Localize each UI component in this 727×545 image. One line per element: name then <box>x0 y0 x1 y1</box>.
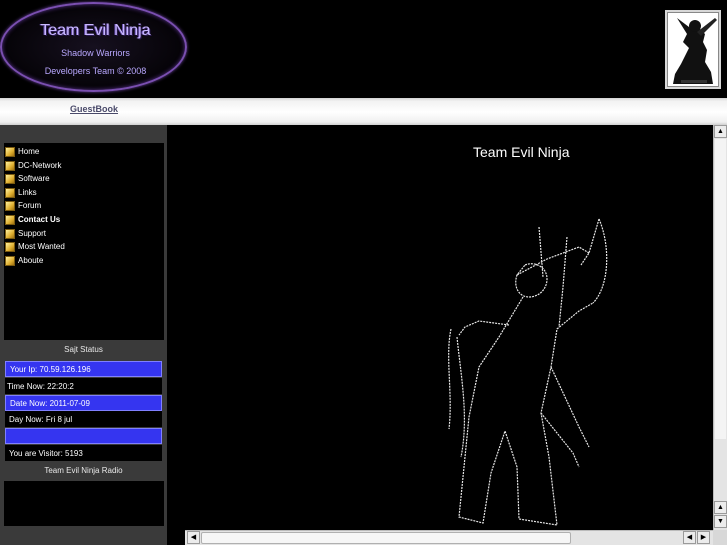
arrow-left-icon[interactable]: ◀ <box>187 531 200 544</box>
menu-item-label: Software <box>18 174 50 183</box>
bullet-icon <box>5 214 15 225</box>
bullet-icon <box>5 200 15 211</box>
logo-title: Team Evil Ninja <box>40 22 151 39</box>
status-day: Day Now: Fri 8 jul <box>5 411 162 427</box>
menu-item-label: Contact Us <box>18 215 61 224</box>
sidebar-menu: Home DC-Network Software Links Forum Con… <box>4 143 164 340</box>
sidebar: Home DC-Network Software Links Forum Con… <box>0 125 167 545</box>
menu-item-label: Links <box>18 188 37 197</box>
scroll-track[interactable] <box>715 139 726 439</box>
site-logo: Team Evil Ninja Shadow Warriors Develope… <box>0 2 187 92</box>
menu-item-home[interactable]: Home <box>4 145 39 158</box>
bullet-icon <box>5 187 15 198</box>
arrow-up-icon[interactable]: ▲ <box>714 125 727 138</box>
radio-player[interactable] <box>4 481 164 526</box>
status-title: Sajt Status <box>64 345 103 354</box>
menu-item-label: Most Wanted <box>18 242 65 251</box>
menu-item-label: Forum <box>18 201 42 210</box>
main-content: Team Evil Ninja <box>167 125 713 530</box>
page-title: Team Evil Ninja <box>473 144 570 160</box>
menu-item-aboute[interactable]: Aboute <box>4 254 43 267</box>
menu-item-most-wanted[interactable]: Most Wanted <box>4 240 65 253</box>
status-visitor: You are Visitor: 5193 <box>5 445 162 461</box>
scroll-corner <box>713 530 727 545</box>
ninja-archer-image <box>448 218 608 526</box>
status-date: Date Now: 2011-07-09 <box>5 395 162 411</box>
menu-item-label: Home <box>18 147 40 156</box>
menu-item-contact-us[interactable]: Contact Us <box>4 213 60 226</box>
vertical-scrollbar[interactable]: ▲ ▲ ▼ <box>713 125 727 530</box>
ninja-logo-image <box>665 10 721 89</box>
site-header: Team Evil Ninja Shadow Warriors Develope… <box>0 0 727 98</box>
bullet-icon <box>5 241 15 252</box>
bullet-icon <box>5 146 15 157</box>
logo-subtitle: Shadow Warriors <box>61 48 130 58</box>
scroll-thumb[interactable] <box>201 532 571 544</box>
horizontal-scrollbar[interactable]: ◀ ◀ ▶ <box>185 530 713 545</box>
arrow-right-icon[interactable]: ▶ <box>697 531 710 544</box>
menu-item-support[interactable]: Support <box>4 227 46 240</box>
menu-item-forum[interactable]: Forum <box>4 199 41 212</box>
logo-tagline: Developers Team © 2008 <box>44 66 147 76</box>
guestbook-link[interactable]: GuestBook <box>70 104 118 114</box>
menu-item-label: Aboute <box>18 256 44 265</box>
nav-bar: GuestBook <box>0 98 727 125</box>
status-time: Time Now: 22:20:2 <box>5 378 162 394</box>
menu-item-label: Support <box>18 229 47 238</box>
radio-title: Team Evil Ninja Radio <box>44 466 123 475</box>
status-blank <box>5 428 162 444</box>
arrow-up-icon[interactable]: ▲ <box>714 501 727 514</box>
menu-item-links[interactable]: Links <box>4 186 37 199</box>
bullet-icon <box>5 160 15 171</box>
bullet-icon <box>5 173 15 184</box>
arrow-down-icon[interactable]: ▼ <box>714 515 727 528</box>
bullet-icon <box>5 228 15 239</box>
menu-item-software[interactable]: Software <box>4 172 50 185</box>
menu-item-label: DC-Network <box>18 161 62 170</box>
bullet-icon <box>5 255 15 266</box>
arrow-left-icon[interactable]: ◀ <box>683 531 696 544</box>
menu-item-dc-network[interactable]: DC-Network <box>4 159 62 172</box>
status-ip: Your Ip: 70.59.126.196 <box>5 361 162 377</box>
